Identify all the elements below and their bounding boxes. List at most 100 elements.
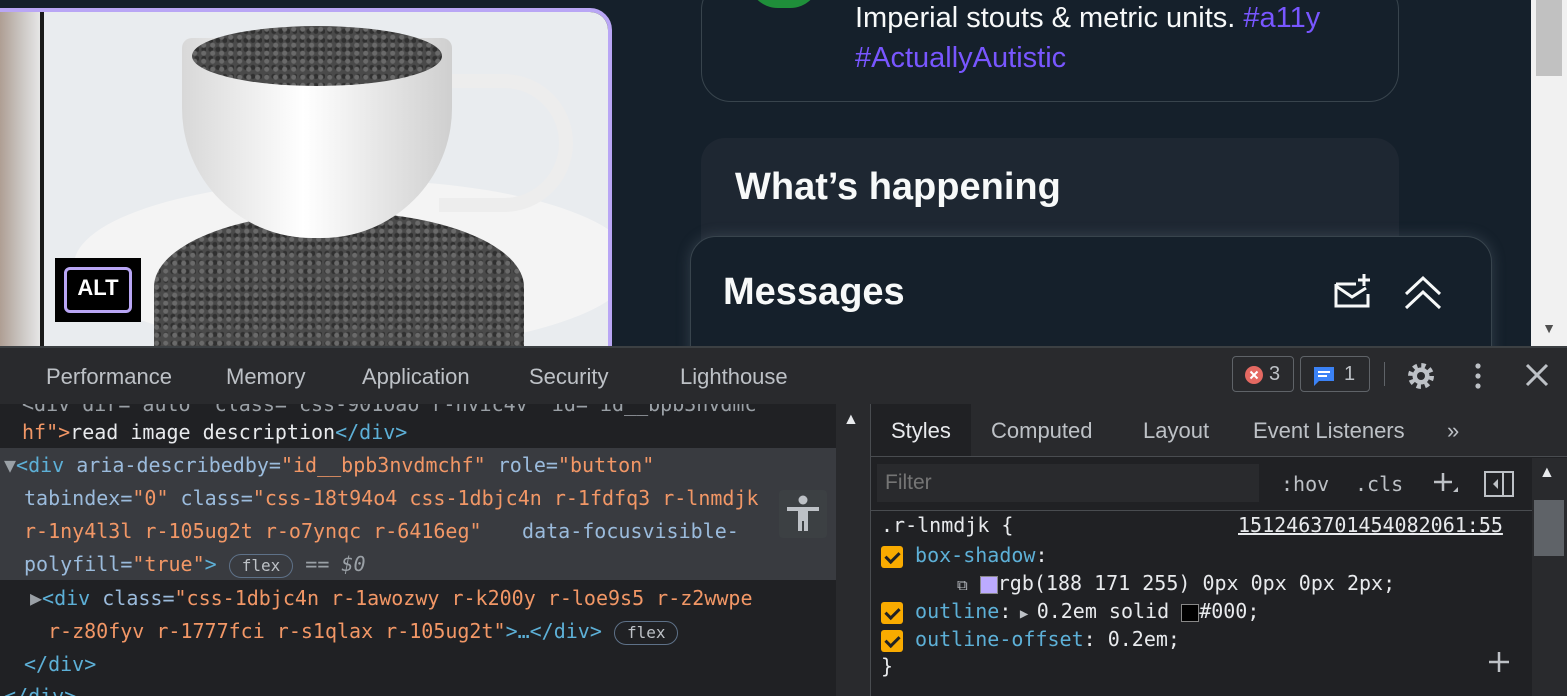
cup-handle-shape	[439, 74, 573, 212]
property-checkbox[interactable]	[881, 545, 903, 568]
styles-scrollbar-thumb[interactable]	[1534, 500, 1564, 556]
attr-value: r-z80fyv r-1777fci r-s1qlax r-105ug2t"	[48, 619, 506, 643]
scroll-up-arrow-icon[interactable]: ▲	[843, 411, 859, 429]
tab-event-listeners[interactable]: Event Listeners	[1253, 418, 1405, 444]
errors-counter[interactable]: 3	[1232, 356, 1294, 392]
expand-triangle-icon[interactable]: ▼	[4, 453, 16, 477]
styles-scrollbar[interactable]	[1532, 458, 1567, 696]
text-node: read image description	[70, 420, 336, 444]
flex-badge[interactable]: flex	[228, 553, 294, 578]
more-tabs-chevron-icon[interactable]: »	[1447, 418, 1459, 444]
css-selector[interactable]: .r-lnmdjk {	[881, 513, 1013, 537]
tab-security[interactable]: Security	[529, 364, 608, 390]
property-checkbox[interactable]	[881, 629, 903, 652]
attr-name: data-focusvisible-	[510, 519, 739, 543]
attr-name: class=	[90, 586, 175, 610]
class-toggle[interactable]: .cls	[1355, 472, 1403, 496]
tab-computed[interactable]: Computed	[991, 418, 1093, 444]
styles-filter-input[interactable]	[877, 464, 1259, 502]
attr-name: role=	[485, 453, 558, 477]
tag-name: <div	[16, 453, 65, 477]
error-count: 3	[1269, 363, 1281, 385]
css-property-value[interactable]: 0.2em;	[1108, 627, 1180, 651]
tab-layout[interactable]: Layout	[1143, 418, 1209, 444]
toolbar-divider	[1384, 362, 1385, 386]
hashtag-a11y-link[interactable]: #a11y	[1243, 2, 1320, 34]
devtools-panel: Performance Memory Application Security …	[0, 346, 1567, 696]
attr-value: "id__bpb3nvdmchf"	[280, 453, 486, 477]
flex-badge[interactable]: flex	[613, 620, 679, 645]
error-icon	[1245, 366, 1263, 384]
elements-scrollbar[interactable]	[836, 404, 870, 696]
hashtag-actuallyautistic-link[interactable]: #ActuallyAutistic	[855, 42, 1066, 74]
dom-line-read-description[interactable]: hf">read image description</div>	[22, 416, 836, 449]
expand-shorthand-icon[interactable]: ▶	[1011, 606, 1036, 622]
collapse-triangle-icon[interactable]: ▶	[30, 586, 42, 610]
messages-counter[interactable]: 1	[1300, 356, 1370, 392]
cup-beans	[192, 26, 442, 86]
more-options-icon[interactable]	[1466, 360, 1490, 392]
accessibility-tree-button[interactable]	[779, 490, 827, 538]
css-property-value[interactable]: 0.2em solid	[1037, 599, 1169, 623]
property-checkbox[interactable]	[881, 601, 903, 624]
tag-close: >	[204, 552, 217, 576]
styles-scroll-up-icon[interactable]: ▲	[1539, 464, 1555, 482]
styles-tabbar: Styles Computed Layout Event Listeners »	[871, 404, 1567, 457]
dom-line-close[interactable]: </div>	[24, 648, 836, 681]
attr-value: "0"	[132, 486, 169, 510]
messages-title[interactable]: Messages	[723, 271, 905, 314]
tab-application[interactable]: Application	[362, 364, 470, 390]
message-count: 1	[1344, 363, 1356, 385]
toggle-sidebar-icon[interactable]	[1483, 470, 1515, 498]
styles-filter-bar: :hov .cls	[871, 456, 1567, 511]
attr-value: "true"	[132, 552, 205, 576]
web-page: ALT Imperial stouts & metric units. #a11…	[0, 0, 1567, 346]
alt-badge-label: ALT	[77, 275, 119, 300]
tab-lighthouse[interactable]: Lighthouse	[680, 364, 788, 390]
shadow-editor-icon[interactable]: ⧉	[957, 576, 968, 594]
chevrons-up-icon[interactable]	[1402, 272, 1444, 312]
tab-memory[interactable]: Memory	[226, 364, 305, 390]
closing-tag: </div>	[335, 420, 408, 444]
devtools-tabbar: Performance Memory Application Security …	[0, 348, 1567, 405]
dom-line-selected-4[interactable]: polyfill="true"> flex == $0	[24, 548, 836, 581]
settings-gear-icon[interactable]	[1405, 360, 1437, 392]
attr-value: hf">	[22, 420, 71, 444]
color-swatch[interactable]	[979, 575, 998, 594]
add-property-icon[interactable]	[1487, 650, 1511, 674]
box-shadow-value[interactable]: ⧉ rgb(188 171 255) 0px 0px 0px 2px;	[957, 571, 1395, 595]
new-style-rule-icon[interactable]	[1431, 470, 1459, 498]
tab-styles[interactable]: Styles	[891, 418, 951, 444]
page-scrollbar-thumb[interactable]	[1536, 0, 1562, 76]
bio-text: Imperial stouts & metric units.	[855, 2, 1244, 34]
css-property-name[interactable]: outline-offset	[915, 627, 1084, 651]
message-icon	[1314, 367, 1334, 386]
close-devtools-icon[interactable]	[1524, 362, 1550, 388]
dom-line-selected-2[interactable]: tabindex="0" class="css-18t94o4 css-1dbj…	[24, 482, 836, 515]
css-property-name[interactable]: outline	[915, 599, 999, 623]
tab-performance[interactable]: Performance	[46, 364, 172, 390]
dom-line-child-2[interactable]: r-z80fyv r-1777fci r-s1qlax r-105ug2t">……	[48, 615, 836, 648]
scroll-down-arrow-icon[interactable]: ▼	[1536, 318, 1562, 338]
attr-value: "button"	[557, 453, 655, 477]
hover-state-toggle[interactable]: :hov	[1281, 472, 1329, 496]
css-property-value-color[interactable]: #000;	[1199, 599, 1259, 623]
css-declaration-outline[interactable]: outline: ▶ 0.2em solid #000;	[881, 599, 1259, 624]
dollar-zero: $0	[341, 552, 366, 576]
attr-name: class=	[168, 486, 253, 510]
color-swatch[interactable]	[1181, 603, 1200, 622]
css-source-link[interactable]: 1512463701454082061:55	[1238, 513, 1503, 537]
dom-line-child-1[interactable]: ▶<div class="css-1dbjc4n r-1awozwy r-k20…	[30, 582, 836, 615]
media-image-left[interactable]	[0, 12, 40, 346]
css-declaration-box-shadow[interactable]: box-shadow:	[881, 543, 1048, 568]
styles-pane: Styles Computed Layout Event Listeners »…	[870, 404, 1567, 696]
css-declaration-outline-offset[interactable]: outline-offset: 0.2em;	[881, 627, 1180, 652]
equals-sign: ==	[293, 552, 342, 576]
closing-tag: >…</div>	[505, 619, 602, 643]
attr-name: tabindex=	[24, 486, 133, 510]
alt-text-button[interactable]: ALT	[55, 258, 141, 322]
css-property-value[interactable]: rgb(188 171 255) 0px 0px 0px 2px;	[998, 571, 1395, 595]
css-property-name[interactable]: box-shadow	[915, 543, 1035, 567]
new-message-icon[interactable]	[1332, 272, 1374, 312]
dom-line-selected-1[interactable]: ▼<div aria-describedby="id__bpb3nvdmchf"…	[4, 449, 836, 482]
